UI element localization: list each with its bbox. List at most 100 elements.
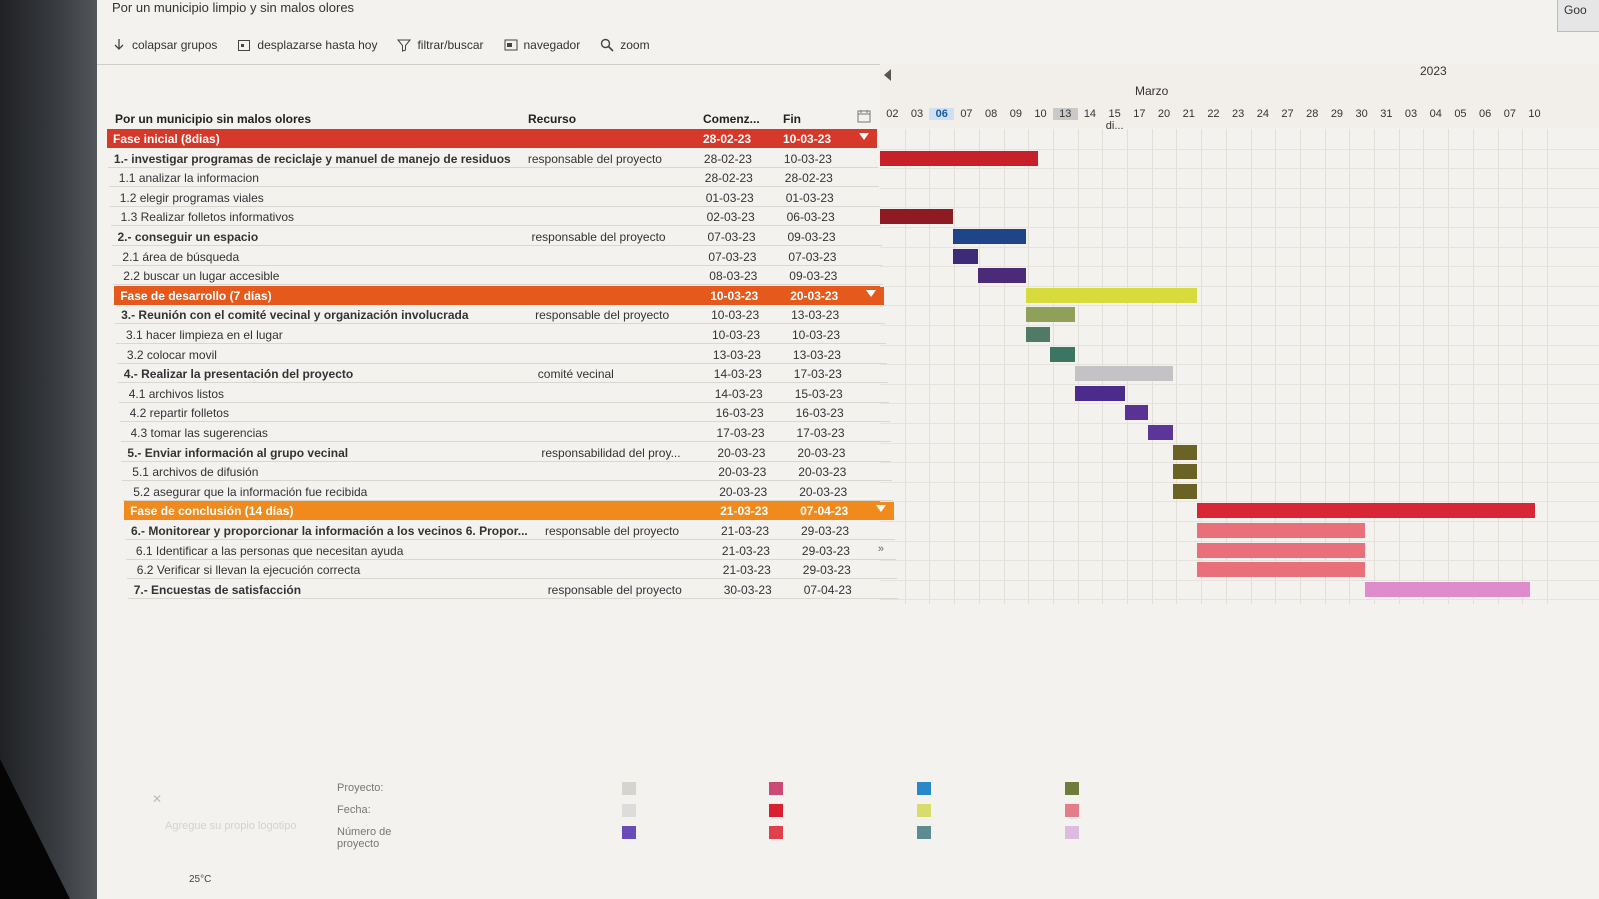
- column-header-resource[interactable]: Recurso: [528, 112, 576, 126]
- legend-color-swatch[interactable]: [1065, 782, 1079, 795]
- timeline-day: 03: [1404, 108, 1418, 120]
- gantt-bar[interactable]: [952, 248, 978, 264]
- subtask-row[interactable]: 3.2 colocar movil 13-03-23 13-03-23: [116, 345, 887, 364]
- zoom-button[interactable]: zoom: [600, 38, 650, 52]
- gantt-chart[interactable]: 2023 Marzo 02 03 06 07 08 09 10 13 14 15 di... 17 2…: [880, 64, 1599, 604]
- task-end-date: 13-03-23: [791, 308, 840, 323]
- task-end-date: 07-03-23: [788, 249, 837, 264]
- filter-search-button[interactable]: filtrar/buscar: [397, 38, 484, 52]
- gantt-bar[interactable]: [1172, 444, 1198, 460]
- gantt-bar[interactable]: [1025, 287, 1198, 303]
- collapse-icon: [114, 39, 124, 50]
- grid-row-line: [880, 305, 1599, 307]
- task-start-date: 13-03-23: [712, 347, 761, 362]
- subtask-row[interactable]: 5.2 asegurar que la información fue reci…: [123, 482, 894, 501]
- task-row[interactable]: 2.- conseguir un espacio responsable del …: [111, 227, 882, 246]
- legend-color-swatch[interactable]: [769, 804, 783, 817]
- gantt-bar[interactable]: [1075, 366, 1173, 382]
- grid-column-line: [954, 129, 956, 604]
- gantt-bar[interactable]: [1075, 385, 1125, 401]
- collapse-groups-button[interactable]: colapsar grupos: [112, 38, 217, 52]
- subtask-row[interactable]: 4.1 archivos listos 14-03-23 15-03-23: [118, 384, 889, 403]
- subtask-row[interactable]: 4.3 tomar las sugerencias 17-03-23 17-03-2…: [120, 423, 891, 442]
- subtask-row[interactable]: 4.2 repartir folletos 16-03-23 16-03-23: [119, 403, 890, 423]
- scroll-to-today-button[interactable]: desplazarse hasta hoy: [237, 38, 377, 52]
- phase-row[interactable]: Fase de desarrollo (7 días) 10-03-23 20-03…: [114, 285, 885, 305]
- legend-color-swatch[interactable]: [769, 782, 783, 795]
- task-end-date: 07-04-23: [803, 582, 852, 597]
- calendar-icon[interactable]: [857, 109, 871, 123]
- gantt-bar[interactable]: [1172, 464, 1198, 480]
- timeline-day: 13: [1052, 108, 1078, 120]
- grid-column-line: [1052, 129, 1054, 604]
- timeline-day: 22: [1207, 108, 1220, 120]
- task-row[interactable]: 3.- Reunión con el comité vecinal y orga…: [115, 305, 886, 325]
- timeline-day: 04: [1429, 108, 1442, 120]
- subtask-row[interactable]: 2.1 área de búsqueda 07-03-23 07-03-23: [112, 247, 883, 266]
- navigator-button[interactable]: navegador: [504, 38, 580, 52]
- gantt-bar[interactable]: [1197, 542, 1366, 558]
- subtask-row[interactable]: 1.3 Realizar folletos informativos 02-03-…: [110, 207, 881, 227]
- scroll-left-arrow-icon[interactable]: [884, 69, 891, 81]
- task-row[interactable]: 5.- Enviar información al grupo vecinal r…: [121, 443, 892, 462]
- gantt-bar[interactable]: [1365, 581, 1530, 597]
- phase-dropdown-icon[interactable]: [859, 133, 869, 140]
- gantt-bar[interactable]: [1147, 425, 1173, 440]
- task-end-date: 17-03-23: [793, 367, 842, 382]
- subtask-row[interactable]: 3.1 hacer limpieza en el lugar 10-03-23 10…: [116, 325, 886, 344]
- gantt-bar[interactable]: [1172, 483, 1198, 499]
- legend-color-swatch[interactable]: [917, 804, 931, 817]
- gantt-bar[interactable]: [880, 150, 1039, 166]
- corner-button[interactable]: Goo: [1557, 0, 1599, 32]
- grid-row-line: [880, 462, 1599, 464]
- phase-dropdown-icon[interactable]: [866, 289, 877, 297]
- legend-color-swatch[interactable]: [622, 826, 636, 839]
- gantt-bar[interactable]: [880, 209, 953, 225]
- gantt-bar[interactable]: [1050, 346, 1076, 362]
- phase-row[interactable]: Fase de conclusión (14 días) 21-03-23 07-0…: [124, 501, 895, 521]
- subtask-row[interactable]: 5.1 archivos de difusión 20-03-23 20-03-23: [122, 462, 893, 482]
- subtask-row[interactable]: 6.2 Verificar si llevan la ejecución cor…: [126, 560, 897, 580]
- gantt-bar[interactable]: [977, 268, 1026, 284]
- gantt-bar[interactable]: [1197, 562, 1366, 578]
- task-name: 2.- conseguir un espacio: [117, 230, 259, 244]
- gantt-bar[interactable]: [1197, 523, 1366, 538]
- task-start-date: 14-03-23: [713, 367, 762, 382]
- legend-color-swatch[interactable]: [769, 826, 783, 839]
- task-row[interactable]: 1.- investigar programas de reciclaje y …: [107, 149, 878, 168]
- gantt-body[interactable]: [880, 129, 1599, 604]
- subtask-row[interactable]: 2.2 buscar un lugar accesible 08-03-23 09-…: [113, 266, 884, 286]
- gantt-bar[interactable]: [1197, 503, 1535, 519]
- timeline-day: 09: [1009, 108, 1022, 120]
- logo-placeholder[interactable]: Agregue su propio logotipo: [165, 820, 296, 832]
- gantt-bar[interactable]: [1124, 405, 1148, 421]
- grid-column-line: [904, 129, 906, 604]
- task-start-date: 08-03-23: [709, 269, 758, 284]
- grid-row-line: [880, 540, 1599, 542]
- column-header-start[interactable]: Comenz...: [703, 112, 760, 126]
- gantt-bar[interactable]: [952, 229, 1026, 244]
- legend-color-swatch[interactable]: [917, 782, 931, 795]
- legend-color-swatch[interactable]: [917, 826, 931, 839]
- grid-row-line: [880, 148, 1599, 150]
- gantt-bar[interactable]: [1025, 307, 1076, 323]
- legend-color-swatch[interactable]: [622, 804, 636, 817]
- task-end-date: 29-03-23: [801, 543, 850, 558]
- grid-row-line: [880, 501, 1599, 503]
- subtask-row[interactable]: 1.2 elegir programas viales 01-03-23 01-03…: [109, 188, 880, 207]
- subtask-row[interactable]: 6.1 Identificar a las personas que neces…: [125, 541, 896, 560]
- phase-row[interactable]: Fase inicial (8dias) 28-02-23 10-03-23: [107, 129, 877, 148]
- task-row[interactable]: 4.- Realizar la presentación del proyect…: [117, 364, 888, 384]
- legend-close-icon[interactable]: ✕: [152, 792, 162, 806]
- column-header-end[interactable]: Fin: [783, 112, 801, 126]
- legend-color-swatch[interactable]: [1065, 826, 1079, 839]
- task-name: 5.1 archivos de difusión: [132, 465, 259, 480]
- column-header-name[interactable]: Por un municipio sin malos olores: [115, 112, 311, 126]
- legend-color-swatch[interactable]: [622, 782, 636, 795]
- gantt-bar[interactable]: [1025, 327, 1051, 342]
- timeline-day: 21: [1182, 108, 1195, 120]
- legend-color-swatch[interactable]: [1065, 804, 1079, 817]
- task-row[interactable]: 7.- Encuestas de satisfacción responsable…: [127, 580, 898, 599]
- subtask-row[interactable]: 1.1 analizar la informacion 28-02-23 28-02…: [108, 168, 879, 188]
- task-row[interactable]: 6.- Monitorear y proporcionar la informa…: [125, 521, 895, 540]
